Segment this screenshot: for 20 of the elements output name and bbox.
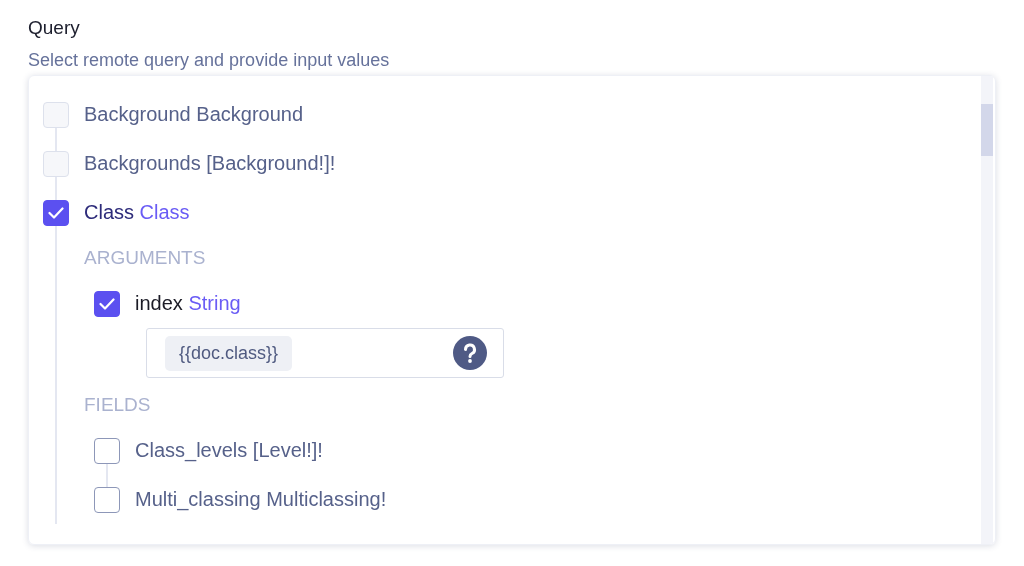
- scrollbar-thumb[interactable]: [981, 104, 993, 156]
- field-name[interactable]: Multi_classing Multiclassing!: [135, 488, 387, 511]
- section-subtitle: Select remote query and provide input values: [28, 49, 390, 72]
- section-title: Query: [28, 16, 80, 40]
- check-icon: [48, 206, 64, 219]
- checkbox[interactable]: [94, 486, 120, 513]
- input-field[interactable]: {{doc.class}}: [146, 328, 504, 378]
- checkbox[interactable]: [94, 437, 120, 464]
- check-icon: [99, 297, 115, 310]
- checkbox[interactable]: [43, 199, 69, 226]
- field-name[interactable]: Class Class: [84, 201, 190, 224]
- field-name[interactable]: Backgrounds [Background!]!: [84, 152, 336, 175]
- help-icon[interactable]: [453, 336, 487, 370]
- group-label: ARGUMENTS: [84, 246, 206, 270]
- group-label: FIELDS: [84, 393, 151, 417]
- variable-tag: {{doc.class}}: [165, 335, 293, 371]
- field-name[interactable]: index String: [135, 292, 241, 315]
- checkbox[interactable]: [94, 290, 120, 317]
- field-name[interactable]: Class_levels [Level!]!: [135, 439, 323, 462]
- field-name[interactable]: Background Background: [84, 103, 304, 126]
